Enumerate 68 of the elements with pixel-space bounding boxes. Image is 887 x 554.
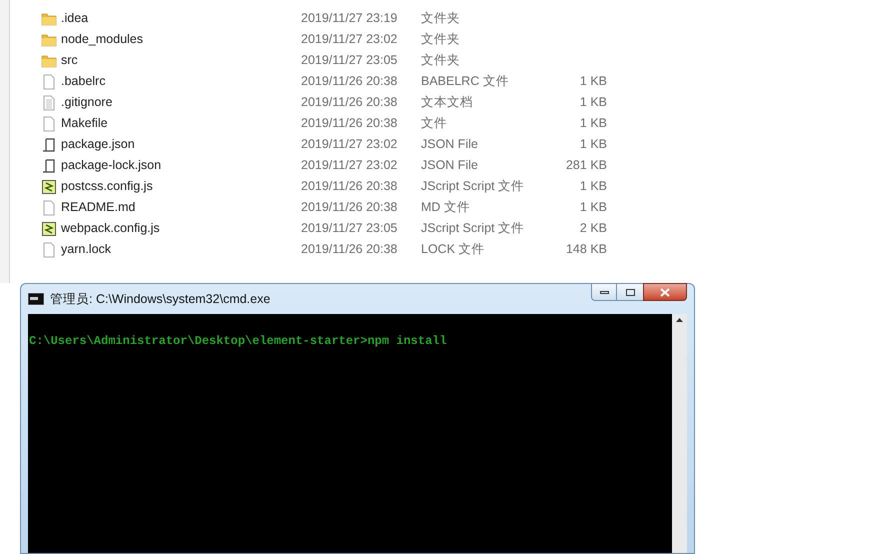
- close-button[interactable]: [643, 283, 687, 301]
- file-name: webpack.config.js: [61, 220, 160, 238]
- file-size: 1 KB: [580, 115, 607, 132]
- scroll-up-icon: [676, 318, 683, 322]
- file-type: 文本文档: [421, 94, 474, 112]
- file-type: LOCK 文件: [421, 241, 486, 258]
- file-date: 2019/11/26 20:38: [301, 178, 398, 196]
- file-name: .gitignore: [61, 94, 112, 112]
- file-size: 1 KB: [580, 199, 607, 216]
- minimize-button[interactable]: [591, 283, 617, 301]
- file-date: 2019/11/26 20:38: [301, 241, 398, 258]
- file-name: README.md: [61, 199, 136, 216]
- restore-icon: [626, 288, 634, 296]
- file-size: 1 KB: [580, 73, 607, 90]
- folder-icon: [41, 10, 57, 26]
- document-icon: [41, 74, 57, 90]
- script-file-icon: [41, 220, 57, 236]
- script-file-icon: [41, 178, 57, 194]
- file-date: 2019/11/27 23:02: [301, 31, 398, 48]
- file-date: 2019/11/27 23:05: [301, 220, 398, 238]
- file-date: 2019/11/26 20:38: [301, 199, 398, 216]
- text-document-icon: [41, 94, 57, 110]
- minimize-icon: [600, 290, 608, 294]
- file-date: 2019/11/27 23:02: [301, 157, 398, 174]
- file-date: 2019/11/26 20:38: [301, 115, 398, 132]
- document-icon: [41, 116, 57, 132]
- file-name: package-lock.json: [61, 157, 162, 174]
- file-date: 2019/11/26 20:38: [301, 94, 398, 112]
- file-type: 文件夹: [421, 31, 461, 48]
- file-date: 2019/11/27 23:19: [301, 10, 398, 28]
- script-document-icon: [41, 136, 57, 152]
- file-size: 1 KB: [580, 94, 607, 112]
- file-size: 2 KB: [580, 220, 607, 238]
- file-type: JSON File: [421, 136, 479, 154]
- file-name: Makefile: [61, 115, 108, 132]
- file-type: 文件夹: [421, 52, 461, 70]
- file-size: 148 KB: [566, 241, 607, 258]
- script-document-icon: [41, 158, 57, 174]
- file-name: postcss.config.js: [61, 178, 153, 196]
- console-line: C:\Users\Administrator\Desktop\element-starter>npm install: [29, 333, 448, 350]
- maximize-button[interactable]: [617, 283, 643, 301]
- file-type: JScript Script 文件: [421, 178, 526, 196]
- file-name: src: [61, 52, 78, 70]
- file-size: 1 KB: [580, 136, 607, 154]
- file-type: BABELRC 文件: [421, 73, 510, 90]
- file-type: JSON File: [421, 157, 479, 174]
- file-type: 文件夹: [421, 10, 461, 28]
- file-type: MD 文件: [421, 199, 471, 216]
- file-size: 281 KB: [566, 157, 607, 174]
- window-title: 管理员: C:\Windows\system32\cmd.exe: [50, 290, 270, 308]
- file-name: yarn.lock: [61, 241, 112, 258]
- document-icon: [41, 200, 57, 216]
- console-icon: [28, 293, 44, 305]
- file-name: .idea: [61, 10, 88, 28]
- file-name: node_modules: [61, 31, 144, 48]
- document-icon: [41, 242, 57, 258]
- close-icon: [660, 288, 670, 296]
- file-name: .babelrc: [61, 73, 106, 90]
- file-type: JScript Script 文件: [421, 220, 526, 238]
- file-name: package.json: [61, 136, 135, 154]
- file-date: 2019/11/27 23:02: [301, 136, 398, 154]
- file-type: 文件: [421, 115, 448, 132]
- folder-icon: [41, 52, 57, 68]
- file-date: 2019/11/27 23:05: [301, 52, 398, 70]
- file-date: 2019/11/26 20:38: [301, 73, 398, 90]
- scrollbar[interactable]: [672, 314, 687, 553]
- file-size: 1 KB: [580, 178, 607, 196]
- folder-icon: [41, 32, 57, 48]
